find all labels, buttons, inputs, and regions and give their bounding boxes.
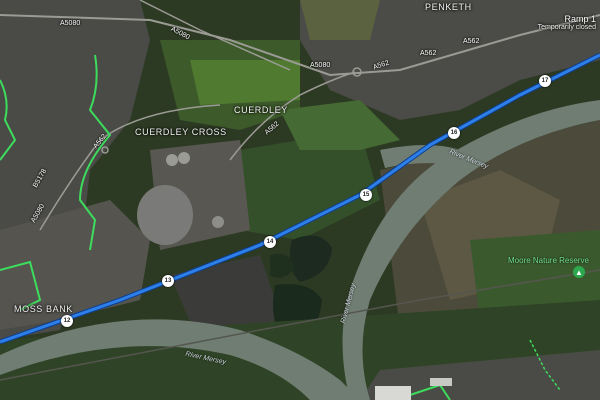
route-marker-15[interactable]: 15 bbox=[360, 189, 372, 201]
route-marker-16[interactable]: 16 bbox=[448, 127, 460, 139]
road-label-a5080: A5080 bbox=[60, 20, 81, 27]
place-label-cuerdley: CUERDLEY bbox=[234, 105, 288, 115]
notice-subtitle: Temporarily closed bbox=[537, 24, 596, 31]
place-label-cuerdley-cross: CUERDLEY CROSS bbox=[135, 127, 227, 137]
map-canvas bbox=[0, 0, 600, 400]
route-marker-17[interactable]: 17 bbox=[539, 75, 551, 87]
tree-marker-icon[interactable]: ▲ bbox=[573, 266, 585, 278]
route-marker-13[interactable]: 13 bbox=[162, 275, 174, 287]
route-marker-14[interactable]: 14 bbox=[264, 236, 276, 248]
road-closure-notice[interactable]: Ramp 1 Temporarily closed bbox=[538, 14, 596, 31]
road-label-a562-2: A562 bbox=[420, 50, 437, 57]
poi-label-moore[interactable]: Moore Nature Reserve bbox=[508, 256, 589, 265]
satellite-map[interactable]: PENKETH CUERDLEY CUERDLEY CROSS MOSS BAN… bbox=[0, 0, 600, 400]
place-label-penketh: PENKETH bbox=[425, 2, 472, 12]
road-label-a5080-3: A5080 bbox=[310, 62, 331, 69]
road-label-a562-3: A562 bbox=[463, 38, 480, 45]
route-marker-12[interactable]: 12 bbox=[61, 315, 73, 327]
notice-title: Ramp 1 bbox=[564, 14, 596, 24]
place-label-moss-bank: MOSS BANK bbox=[14, 304, 73, 314]
